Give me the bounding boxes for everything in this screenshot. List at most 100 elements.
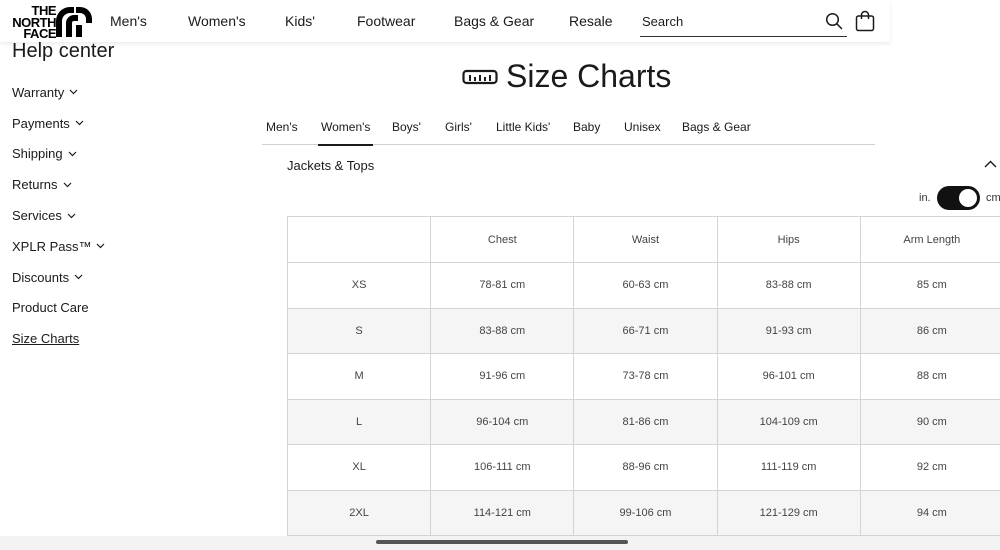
half-dome-icon <box>56 7 92 37</box>
page-title: Size Charts <box>462 58 671 95</box>
logo-wordmark: THE NORTH FACE <box>12 3 56 41</box>
chevron-down-icon <box>97 243 105 249</box>
table-row: L 96-104 cm 81-86 cm 104-109 cm 90 cm <box>287 398 1000 445</box>
table-row: S 83-88 cm 66-71 cm 91-93 cm 86 cm <box>287 307 1000 354</box>
cell-arm-length: 85 cm <box>859 262 1000 309</box>
unit-label-cm: cm <box>986 192 1000 204</box>
cell-chest: 83-88 cm <box>430 307 575 354</box>
cell-size: L <box>287 398 432 445</box>
tab-little-kids[interactable]: Little Kids' <box>496 120 550 134</box>
header-cell-size <box>287 216 432 263</box>
cell-size: XS <box>287 262 432 309</box>
cell-hips: 121-129 cm <box>716 489 861 536</box>
chevron-down-icon <box>74 274 83 280</box>
chevron-down-icon <box>69 89 78 95</box>
chevron-down-icon <box>68 151 77 157</box>
tab-girls[interactable]: Girls' <box>445 120 472 134</box>
brand-logo[interactable]: THE NORTH FACE <box>12 3 92 41</box>
accordion-jackets-tops[interactable]: Jackets & Tops <box>287 158 374 173</box>
search-box <box>640 8 847 37</box>
cell-size: XL <box>287 444 432 491</box>
cell-chest: 106-111 cm <box>430 444 575 491</box>
search-icon[interactable] <box>825 12 843 30</box>
cell-hips: 111-119 cm <box>716 444 861 491</box>
tab-mens[interactable]: Men's <box>266 120 298 134</box>
sidebar-item-label: Returns <box>12 177 58 193</box>
cell-waist: 60-63 cm <box>573 262 718 309</box>
chevron-down-icon <box>67 213 76 218</box>
search-input[interactable] <box>640 8 815 34</box>
help-sidebar: Warranty Payments Shipping Returns Servi… <box>12 77 105 354</box>
header-cell-arm-length: Arm Length <box>859 216 1000 263</box>
header-cell-hips: Hips <box>716 216 861 263</box>
size-category-tabs: Men's Women's Boys' Girls' Little Kids' … <box>262 112 875 146</box>
sidebar-item-label: XPLR Pass™ <box>12 238 92 254</box>
sidebar-item-label: Discounts <box>12 269 70 285</box>
site-header: THE NORTH FACE Men's Women's Kids' Footw… <box>0 0 890 42</box>
sidebar-item-label: Payments <box>12 115 70 131</box>
sidebar-item-returns[interactable]: Returns <box>12 169 105 200</box>
sidebar-item-shipping[interactable]: Shipping <box>12 139 105 170</box>
tab-unisex[interactable]: Unisex <box>624 120 661 134</box>
cell-waist: 81-86 cm <box>573 398 718 445</box>
table-row: M 91-96 cm 73-78 cm 96-101 cm 88 cm <box>287 353 1000 400</box>
cell-waist: 66-71 cm <box>573 307 718 354</box>
tab-bags-gear[interactable]: Bags & Gear <box>682 120 751 134</box>
cell-arm-length: 92 cm <box>859 444 1000 491</box>
sidebar-item-services[interactable]: Services <box>12 200 105 231</box>
cell-size: 2XL <box>287 489 432 536</box>
sidebar-item-xplr-pass[interactable]: XPLR Pass™ <box>12 231 105 262</box>
cell-chest: 78-81 cm <box>430 262 575 309</box>
cell-size: M <box>287 353 432 400</box>
table-header-row: Chest Waist Hips Arm Length <box>287 216 1000 263</box>
cell-size: S <box>287 307 432 354</box>
sidebar-item-label: Shipping <box>12 146 63 162</box>
header-cell-waist: Waist <box>573 216 718 263</box>
help-center-title: Help center <box>12 40 115 62</box>
sidebar-item-payments[interactable]: Payments <box>12 108 105 139</box>
cell-chest: 91-96 cm <box>430 353 575 400</box>
nav-item-kids[interactable]: Kids' <box>285 13 315 29</box>
cell-waist: 73-78 cm <box>573 353 718 400</box>
cell-chest: 96-104 cm <box>430 398 575 445</box>
table-row: XS 78-81 cm 60-63 cm 83-88 cm 85 cm <box>287 262 1000 309</box>
cell-hips: 96-101 cm <box>716 353 861 400</box>
cell-chest: 114-121 cm <box>430 489 575 536</box>
tab-boys[interactable]: Boys' <box>392 120 421 134</box>
tab-baby[interactable]: Baby <box>573 120 600 134</box>
sidebar-item-discounts[interactable]: Discounts <box>12 262 105 293</box>
cell-waist: 99-106 cm <box>573 489 718 536</box>
horizontal-scrollbar[interactable] <box>376 540 628 544</box>
table-row: XL 106-111 cm 88-96 cm 111-119 cm 92 cm <box>287 444 1000 491</box>
ruler-icon <box>462 69 498 84</box>
tab-womens[interactable]: Women's <box>318 120 374 146</box>
unit-toggle[interactable] <box>937 186 980 210</box>
sidebar-item-label: Services <box>12 208 62 224</box>
cell-hips: 83-88 cm <box>716 262 861 309</box>
size-table-container: Chest Waist Hips Arm Length XS 78-81 cm … <box>287 216 1000 536</box>
cell-arm-length: 88 cm <box>859 353 1000 400</box>
chevron-down-icon <box>63 182 71 188</box>
chevron-down-icon <box>75 120 84 126</box>
cell-waist: 88-96 cm <box>573 444 718 491</box>
nav-item-resale[interactable]: Resale <box>569 13 613 29</box>
table-row: 2XL 114-121 cm 99-106 cm 121-129 cm 94 c… <box>287 489 1000 536</box>
page-heading: Size Charts <box>506 58 672 94</box>
cell-arm-length: 94 cm <box>859 489 1000 536</box>
sidebar-item-warranty[interactable]: Warranty <box>12 77 105 108</box>
sidebar-item-size-charts[interactable]: Size Charts <box>12 323 105 354</box>
sidebar-item-label: Product Care <box>12 300 89 316</box>
size-table: Chest Waist Hips Arm Length XS 78-81 cm … <box>287 216 1000 536</box>
nav-item-mens[interactable]: Men's <box>110 13 147 29</box>
cell-arm-length: 86 cm <box>859 307 1000 354</box>
chevron-up-icon[interactable] <box>984 160 997 168</box>
nav-item-womens[interactable]: Women's <box>188 13 246 29</box>
nav-item-footwear[interactable]: Footwear <box>357 13 415 29</box>
unit-label-inches: in. <box>919 192 931 204</box>
cell-hips: 91-93 cm <box>716 307 861 354</box>
sidebar-item-label: Size Charts <box>12 331 80 347</box>
shopping-bag-icon[interactable] <box>855 10 875 32</box>
sidebar-item-label: Warranty <box>12 84 65 100</box>
nav-item-bags-gear[interactable]: Bags & Gear <box>454 13 534 29</box>
sidebar-item-product-care[interactable]: Product Care <box>12 293 105 324</box>
